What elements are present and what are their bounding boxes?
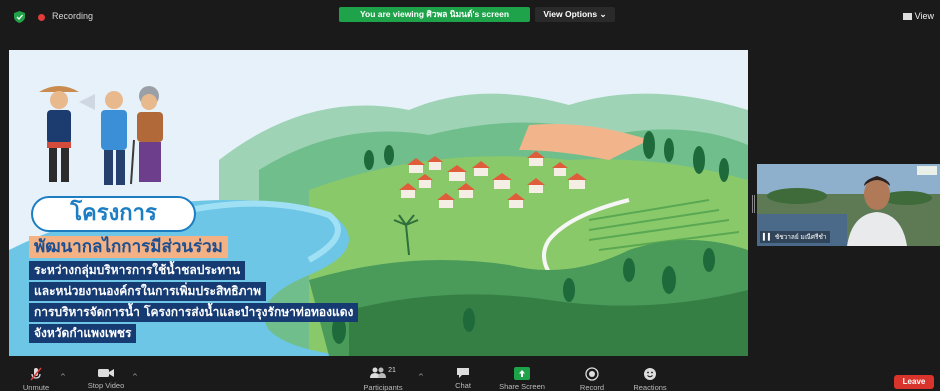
chat-bubble-icon: [457, 368, 469, 378]
slide-subtitle: พัฒนากลไกการมีส่วนร่วม: [29, 236, 228, 258]
slide-line-1: ระหว่างกลุ่มบริหารการใช้น้ำชลประทาน: [29, 261, 246, 280]
view-button-label: View: [914, 11, 934, 21]
slide-line-2: และหน่วยงานองค์กรในการเพิ่มประสิทธิภาพ: [29, 282, 267, 301]
record-icon: [585, 367, 599, 381]
viewing-screen-banner: You are viewing ศิวพล นิมนต์'s screen: [339, 7, 530, 22]
leave-meeting-button[interactable]: Leave: [894, 375, 934, 389]
recording-label: Recording: [52, 11, 94, 21]
reactions-label: Reactions: [633, 383, 667, 391]
signal-strength-icon: ▍▍: [763, 234, 773, 241]
participant-name-label: ▍▍ ชัชวาลย์ มณีศรีชำ: [760, 231, 830, 243]
participants-icon: [370, 367, 387, 378]
panel-resize-handle[interactable]: [752, 195, 755, 213]
view-button[interactable]: View: [902, 11, 934, 21]
slide-line-3: การบริหารจัดการน้ำ โครงการส่งน้ำและบำรุง…: [29, 303, 359, 322]
reactions-button[interactable]: Reactions: [628, 367, 672, 391]
chat-label: Chat: [455, 381, 471, 390]
slide-title: โครงการ: [31, 196, 196, 232]
share-screen-icon: [514, 367, 530, 380]
participant-name: ชัชวาลย์ มณีศรีชำ: [774, 234, 827, 241]
record-button[interactable]: Record: [574, 367, 610, 391]
participants-button[interactable]: 21 Participants: [360, 367, 406, 391]
microphone-muted-icon: [30, 367, 42, 381]
unmute-button[interactable]: Unmute: [18, 367, 54, 391]
record-label: Record: [579, 383, 605, 391]
participants-options-chevron-icon[interactable]: ^: [418, 373, 424, 381]
video-camera-icon: [98, 369, 114, 377]
stop-video-button[interactable]: Stop Video: [84, 367, 128, 390]
shared-screen-slide: โครงการ พัฒนากลไกการมีส่วนร่วม ระหว่างกล…: [9, 50, 748, 356]
slide-line-4: จังหวัดกำแพงเพชร: [29, 324, 137, 343]
meeting-toolbar: Unmute ^ Stop Video ^ 21 Participants ^ …: [0, 363, 940, 391]
meeting-top-bar: Recording You are viewing ศิวพล นิมนต์'s…: [0, 0, 940, 30]
share-screen-label: Share Screen: [499, 382, 545, 391]
participants-count: 21: [388, 367, 396, 374]
share-screen-button[interactable]: Share Screen: [497, 367, 547, 391]
shield-icon[interactable]: [14, 11, 25, 23]
participants-label: Participants: [363, 383, 403, 391]
unmute-label: Unmute: [22, 383, 50, 391]
recording-dot-icon: [38, 14, 45, 21]
stop-video-label: Stop Video: [87, 381, 125, 390]
grid-view-icon: [902, 13, 912, 20]
chat-button[interactable]: Chat: [448, 367, 478, 390]
view-options-button[interactable]: View Options ⌄: [535, 7, 615, 22]
video-options-chevron-icon[interactable]: ^: [132, 373, 138, 381]
smiley-icon: [644, 368, 656, 380]
participant-video-tile[interactable]: ▍▍ ชัชวาลย์ มณีศรีชำ: [757, 164, 940, 246]
audio-options-chevron-icon[interactable]: ^: [60, 373, 66, 381]
